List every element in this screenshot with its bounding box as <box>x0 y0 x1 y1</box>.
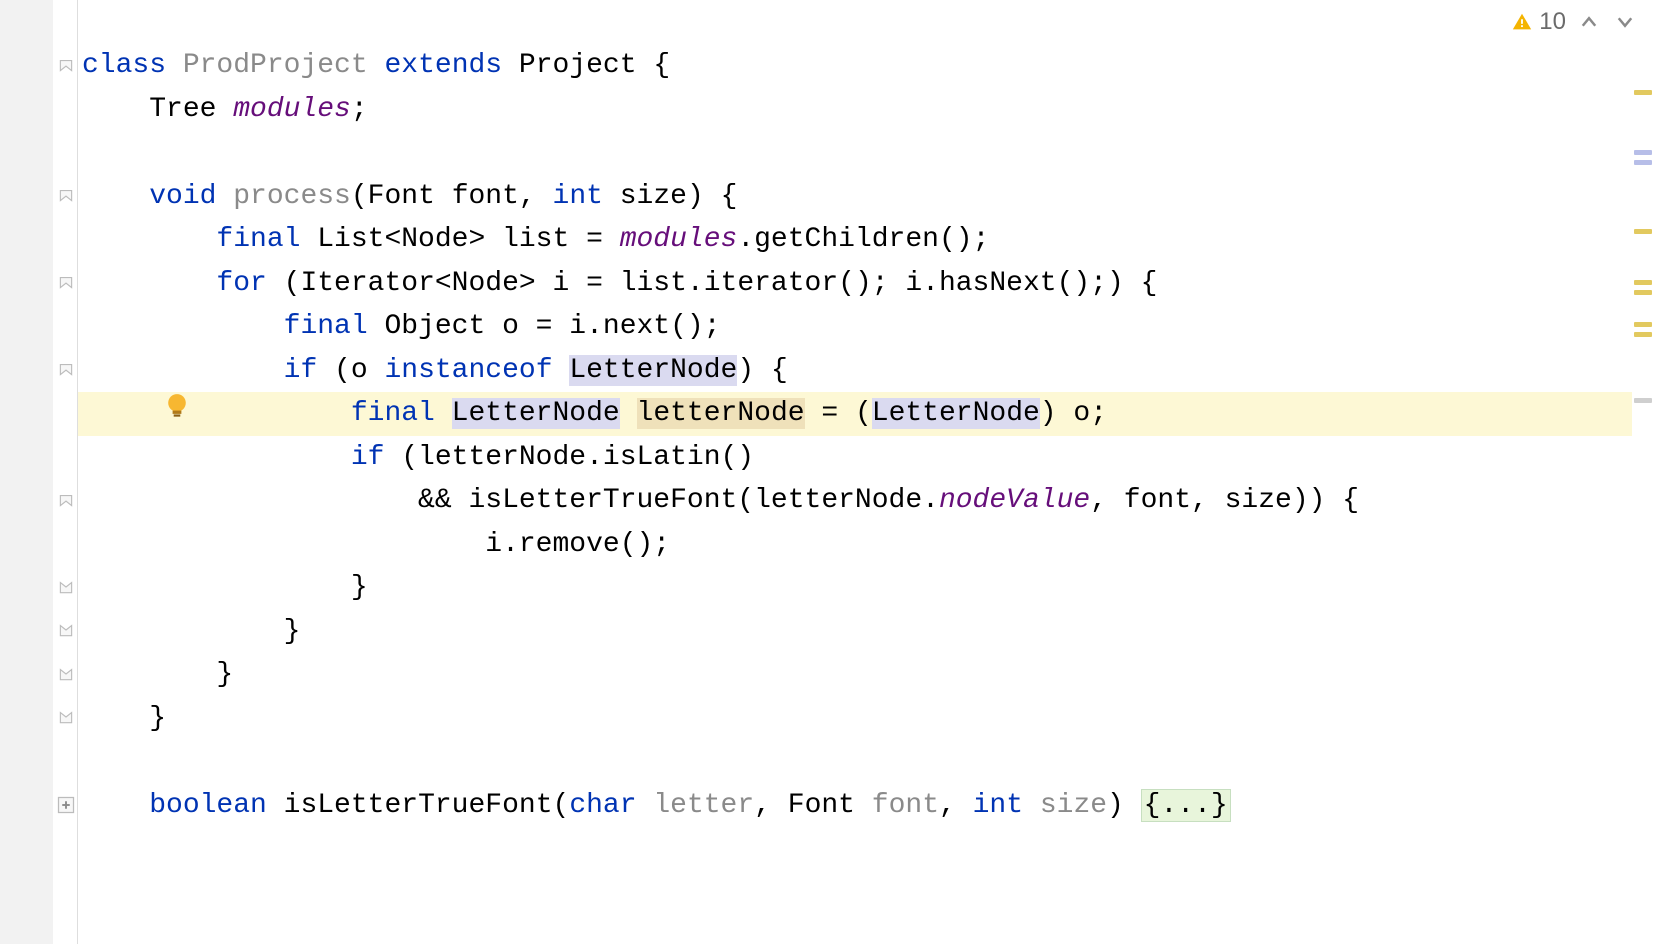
fold-expand-icon[interactable] <box>56 795 76 815</box>
code-editor: 10 class ProdProject extends Project { T… <box>0 0 1654 944</box>
warning-marker[interactable] <box>1634 90 1652 95</box>
gutter <box>0 0 78 944</box>
code-lines: class ProdProject extends Project { Tree… <box>78 0 1632 827</box>
keyword: void <box>149 181 216 212</box>
type-ref: Font <box>368 181 435 212</box>
fold-icon[interactable] <box>56 55 76 75</box>
keyword: boolean <box>149 790 267 821</box>
warning-marker[interactable] <box>1634 280 1652 285</box>
keyword: final <box>216 224 300 255</box>
warning-icon <box>1511 11 1533 33</box>
gutter-background <box>0 0 53 944</box>
intention-bulb-icon[interactable] <box>166 393 188 421</box>
code-line[interactable] <box>78 131 1632 175</box>
fold-up-icon[interactable] <box>56 577 76 597</box>
keyword: class <box>82 50 166 81</box>
keyword: if <box>351 442 385 473</box>
field-ref: nodeValue <box>939 485 1090 516</box>
fold-icon[interactable] <box>56 359 76 379</box>
keyword: if <box>284 355 318 386</box>
warning-badge[interactable]: 10 <box>1511 8 1566 36</box>
type-ref: LetterNode <box>452 398 620 429</box>
type-ref: Project <box>519 50 637 81</box>
method-name: isLetterTrueFont <box>267 790 553 821</box>
keyword: int <box>553 181 603 212</box>
field-ref: modules <box>620 224 738 255</box>
code-line[interactable]: final Object o = i.next(); <box>78 305 1632 349</box>
keyword: instanceof <box>384 355 552 386</box>
warning-marker[interactable] <box>1634 322 1652 327</box>
fold-up-icon[interactable] <box>56 707 76 727</box>
type-ref: LetterNode <box>872 398 1040 429</box>
code-line[interactable]: } <box>78 566 1632 610</box>
code-line[interactable]: if (o instanceof LetterNode) { <box>78 349 1632 393</box>
code-line[interactable]: } <box>78 697 1632 741</box>
code-line[interactable]: && isLetterTrueFont(letterNode.nodeValue… <box>78 479 1632 523</box>
type-ref: Font <box>788 790 855 821</box>
keyword: char <box>569 790 636 821</box>
code-line[interactable]: final List<Node> list = modules.getChild… <box>78 218 1632 262</box>
keyword: final <box>351 398 435 429</box>
code-line[interactable]: boolean isLetterTrueFont(char letter, Fo… <box>78 784 1632 828</box>
info-marker[interactable] <box>1634 150 1652 155</box>
code-line[interactable]: for (Iterator<Node> i = list.iterator();… <box>78 262 1632 306</box>
keyword: int <box>973 790 1023 821</box>
keyword: final <box>284 311 368 342</box>
type-ref: LetterNode <box>569 355 737 386</box>
warning-count: 10 <box>1539 8 1566 36</box>
fold-up-icon[interactable] <box>56 620 76 640</box>
field-ref: modules <box>233 94 351 125</box>
code-line[interactable]: } <box>78 610 1632 654</box>
code-line[interactable]: if (letterNode.isLatin() <box>78 436 1632 480</box>
prev-highlight-button[interactable] <box>1576 9 1602 35</box>
code-area[interactable]: 10 class ProdProject extends Project { T… <box>78 0 1654 944</box>
fold-icon[interactable] <box>56 272 76 292</box>
fold-up-icon[interactable] <box>56 664 76 684</box>
code-line[interactable]: Tree modules; <box>78 88 1632 132</box>
error-stripe[interactable] <box>1632 0 1654 944</box>
folded-region[interactable]: {...} <box>1141 789 1231 822</box>
code-line-current[interactable]: final LetterNode letterNode = (LetterNod… <box>78 392 1632 436</box>
code-line[interactable]: void process(Font font, int size) { <box>78 175 1632 219</box>
local-var: letterNode <box>637 398 805 429</box>
code-line[interactable]: class ProdProject extends Project { <box>78 44 1632 88</box>
method-name: process <box>216 181 350 212</box>
class-name: ProdProject <box>183 50 368 81</box>
keyword: extends <box>384 50 502 81</box>
code-line[interactable] <box>78 740 1632 784</box>
warning-marker[interactable] <box>1634 290 1652 295</box>
warning-marker[interactable] <box>1634 332 1652 337</box>
fold-icon[interactable] <box>56 185 76 205</box>
keyword: for <box>216 268 266 299</box>
type-ref: Tree <box>149 94 233 125</box>
code-line[interactable]: i.remove(); <box>78 523 1632 567</box>
next-highlight-button[interactable] <box>1612 9 1638 35</box>
info-marker[interactable] <box>1634 160 1652 165</box>
code-line[interactable]: } <box>78 653 1632 697</box>
fold-icon[interactable] <box>56 490 76 510</box>
code-line[interactable] <box>78 0 1632 44</box>
warning-marker[interactable] <box>1634 229 1652 234</box>
inspection-bar: 10 <box>1511 8 1638 36</box>
caret-marker[interactable] <box>1634 398 1652 403</box>
